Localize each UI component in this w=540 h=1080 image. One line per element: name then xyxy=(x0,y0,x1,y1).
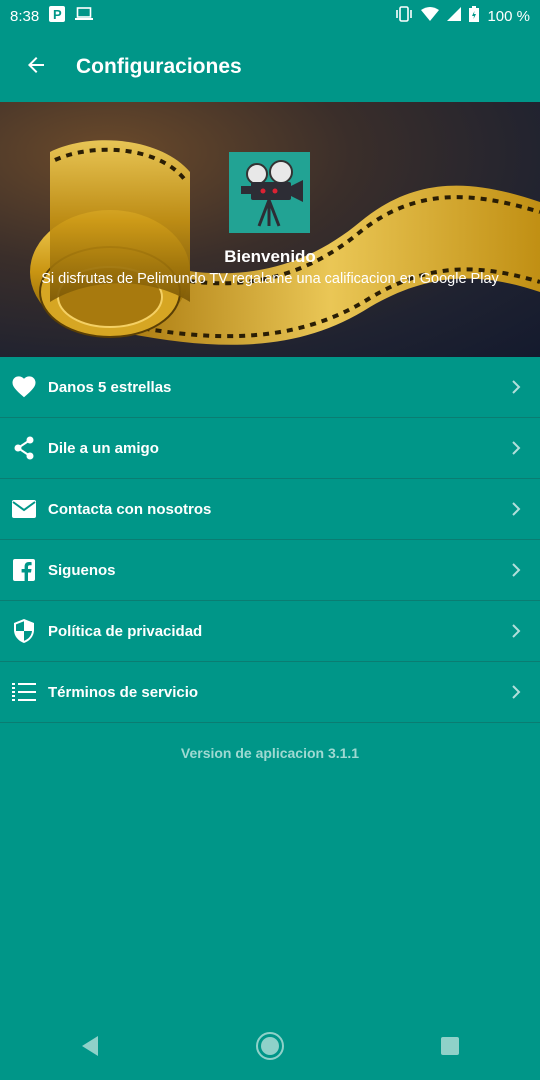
menu-item-privacy[interactable]: Política de privacidad xyxy=(0,601,540,662)
laptop-icon xyxy=(75,7,94,25)
parking-icon: P xyxy=(49,6,66,26)
svg-text:P: P xyxy=(53,7,62,22)
menu-item-label: Danos 5 estrellas xyxy=(48,378,172,396)
circle-home-icon xyxy=(255,1031,285,1066)
app-logo xyxy=(229,152,310,233)
chevron-right-icon xyxy=(492,501,540,517)
signal-icon xyxy=(447,7,462,25)
app-bar: Configuraciones xyxy=(0,32,540,102)
status-right: 100 % xyxy=(395,6,530,26)
chevron-right-icon xyxy=(492,379,540,395)
mail-icon xyxy=(0,500,48,518)
chevron-right-icon xyxy=(492,562,540,578)
menu-item-label: Política de privacidad xyxy=(48,622,203,640)
banner-title: Bienvenido xyxy=(224,247,316,266)
app-version-text: Version de aplicacion 3.1.1 xyxy=(180,745,360,761)
status-bar: 8:38 P 100 % xyxy=(0,0,540,32)
menu-item-terms[interactable]: Términos de servicio xyxy=(0,662,540,723)
chevron-right-icon xyxy=(492,623,540,639)
battery-icon xyxy=(469,6,480,26)
arrow-left-icon xyxy=(24,53,48,82)
share-icon xyxy=(0,436,48,460)
page-title: Configuraciones xyxy=(76,55,242,78)
facebook-icon xyxy=(0,559,48,581)
back-button[interactable] xyxy=(0,32,72,102)
vibrate-icon xyxy=(395,6,413,26)
menu-item-label: Dile a un amigo xyxy=(48,439,159,457)
status-left: 8:38 P xyxy=(10,6,94,26)
shield-icon xyxy=(0,619,48,643)
chevron-right-icon xyxy=(492,684,540,700)
nav-back-button[interactable] xyxy=(60,1018,120,1078)
nav-home-button[interactable] xyxy=(240,1018,300,1078)
square-recents-icon xyxy=(440,1036,460,1061)
wifi-icon xyxy=(421,7,440,25)
menu-item-contact[interactable]: Contacta con nosotros xyxy=(0,479,540,540)
status-time: 8:38 xyxy=(10,7,40,25)
list-icon xyxy=(0,682,48,702)
menu-item-label: Contacta con nosotros xyxy=(48,500,212,518)
header-banner: Bienvenido Si disfrutas de Pelimundo TV … xyxy=(0,102,540,357)
nav-recents-button[interactable] xyxy=(420,1018,480,1078)
menu-item-label: Siguenos xyxy=(48,561,116,579)
settings-menu: Danos 5 estrellas Dile a un amigo Contac… xyxy=(0,357,540,723)
triangle-back-icon xyxy=(80,1035,100,1062)
system-nav-bar xyxy=(0,1016,540,1080)
menu-item-label: Términos de servicio xyxy=(48,683,199,701)
menu-item-follow[interactable]: Siguenos xyxy=(0,540,540,601)
menu-item-rate[interactable]: Danos 5 estrellas xyxy=(0,357,540,418)
banner-subtitle: Si disfrutas de Pelimundo TV regalame un… xyxy=(41,271,499,287)
chevron-right-icon xyxy=(492,440,540,456)
battery-level: 100 % xyxy=(487,7,530,25)
menu-item-share[interactable]: Dile a un amigo xyxy=(0,418,540,479)
movie-projector-icon xyxy=(229,160,310,237)
heart-icon xyxy=(0,376,48,398)
